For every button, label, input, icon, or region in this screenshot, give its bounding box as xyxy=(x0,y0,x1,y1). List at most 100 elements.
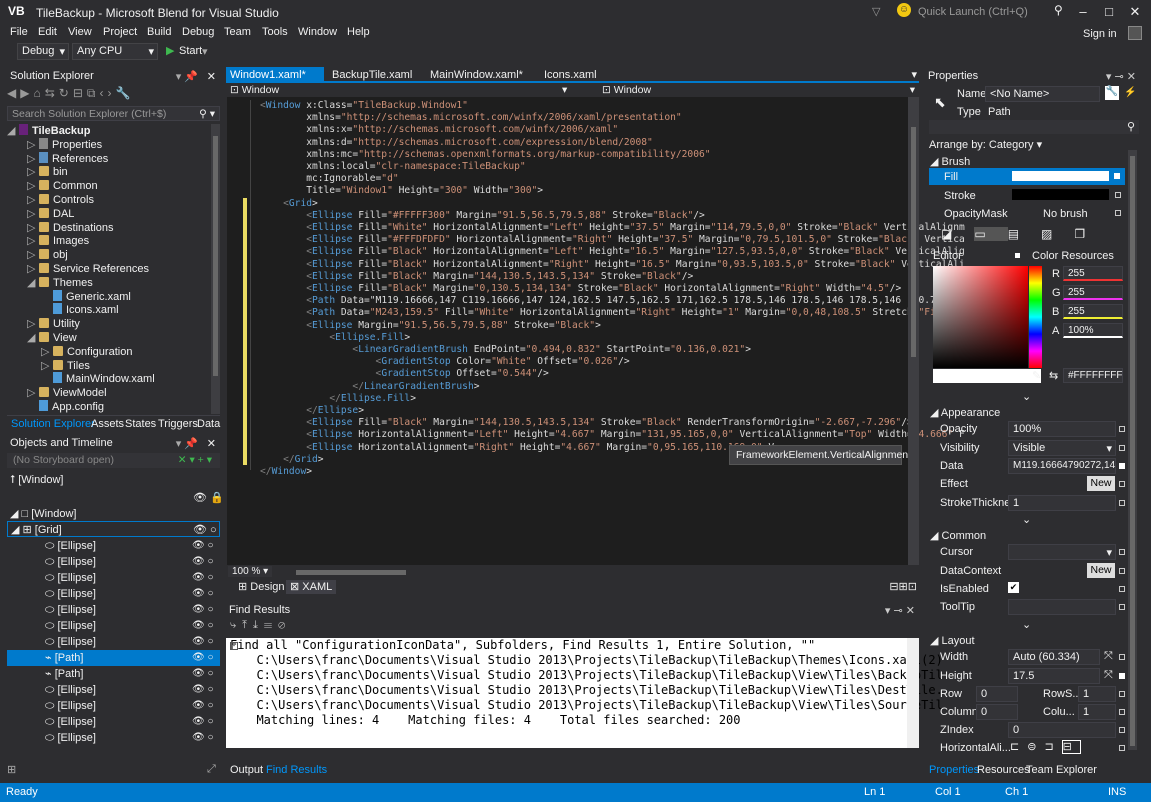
grid-eye-icon[interactable]: 👁 ○ xyxy=(193,523,217,536)
forward-icon[interactable]: ▶ xyxy=(20,86,33,100)
solution-tree-item[interactable]: MainWindow.xaml xyxy=(41,372,155,386)
properties-search-input[interactable]: ⚲ xyxy=(929,120,1139,134)
collapse-results-icon[interactable]: - xyxy=(230,642,238,650)
menu-help[interactable]: Help xyxy=(347,26,370,38)
brush-section-header[interactable]: ◢ Brush xyxy=(930,155,970,168)
no-brush-icon[interactable]: ◪ xyxy=(941,227,974,241)
halign-right-icon[interactable]: ⊐ xyxy=(1044,741,1061,753)
platform-dropdown[interactable]: Any CPU ▾ xyxy=(72,43,158,60)
solution-tree-item[interactable]: ▷ Destinations xyxy=(27,221,114,235)
start-play-icon[interactable]: ▶ xyxy=(166,44,174,57)
home-icon[interactable]: ⌂ xyxy=(33,86,44,100)
nav-right-arrow-icon[interactable]: ▾ xyxy=(910,84,915,96)
next-result-icon[interactable]: ⤓ xyxy=(253,619,264,631)
visibility-eye-icon[interactable]: 👁 ○ xyxy=(192,650,214,666)
datacontext-marker[interactable] xyxy=(1119,568,1125,574)
solution-tree-item[interactable]: ▷ bin xyxy=(27,165,68,179)
menu-build[interactable]: Build xyxy=(147,26,171,38)
expand-arrow-icon[interactable]: ▷ xyxy=(27,179,39,193)
add-storyboard-icon[interactable]: ✕ ▾ + ▾ xyxy=(178,454,212,466)
stroke-marker[interactable] xyxy=(1115,192,1121,198)
stroke-thickness-marker[interactable] xyxy=(1119,500,1125,506)
solution-tree-item[interactable]: ▷ Tiles xyxy=(41,359,90,373)
visibility-eye-icon[interactable]: 👁 ○ xyxy=(192,554,214,570)
nav-left-dropdown[interactable]: ⊡ Window xyxy=(230,84,279,96)
object-tree-item[interactable]: ⬭ [Ellipse] 👁 ○ xyxy=(7,618,220,634)
object-tree-item[interactable]: ⬭ [Ellipse] 👁 ○ xyxy=(7,602,220,618)
width-input[interactable]: Auto (60.334) xyxy=(1008,649,1100,665)
expand-arrow-icon[interactable]: ▷ xyxy=(27,152,39,166)
expand-arrow-icon[interactable]: ▷ xyxy=(27,317,39,331)
feedback-smiley-icon[interactable]: ☺ xyxy=(897,3,911,17)
height-auto-icon[interactable]: ⤧ xyxy=(1104,669,1113,682)
goto-location-icon[interactable]: ⤷ xyxy=(230,619,242,631)
visibility-eye-icon[interactable]: 👁 ○ xyxy=(192,682,214,698)
properties-wrench-icon[interactable]: 🔧 xyxy=(1105,86,1119,100)
menu-window[interactable]: Window xyxy=(298,26,337,38)
tab-output[interactable]: Output xyxy=(226,762,267,778)
tab-mainwindow-xaml[interactable]: MainWindow.xaml* xyxy=(426,67,527,83)
expand-arrow-icon[interactable]: ◢ xyxy=(27,276,39,290)
expand-common-icon[interactable]: ⌄ xyxy=(1022,618,1031,631)
root-window-node[interactable]: ⭡ [Window] xyxy=(10,474,63,487)
color-picker-area[interactable] xyxy=(933,266,1028,368)
expand-appearance-icon[interactable]: ⌄ xyxy=(1022,513,1031,526)
solution-tree-item[interactable]: ▷ ViewModel xyxy=(27,386,107,400)
stroke-swatch[interactable] xyxy=(1012,189,1109,200)
object-tree-item[interactable]: ⬭ [Ellipse] 👁 ○ xyxy=(7,570,220,586)
eyedropper-icon[interactable]: ✎ xyxy=(1032,369,1041,382)
halign-center-icon[interactable]: ⊜ xyxy=(1027,741,1044,753)
tooltip-input[interactable] xyxy=(1008,599,1116,615)
width-marker[interactable] xyxy=(1119,654,1125,660)
object-tree-item[interactable]: ⬭ [Ellipse] 👁 ○ xyxy=(7,730,220,746)
expand-arrow-icon[interactable]: ▷ xyxy=(27,221,39,235)
object-tree-item[interactable]: ⬭ [Ellipse] 👁 ○ xyxy=(7,554,220,570)
fill-marker[interactable] xyxy=(1114,173,1120,179)
object-tree-item[interactable]: ⬭ [Ellipse] 👁 ○ xyxy=(7,714,220,730)
menu-tools[interactable]: Tools xyxy=(262,26,288,38)
object-tree-item[interactable]: ⬭ [Ellipse] 👁 ○ xyxy=(7,538,220,554)
r-channel-input[interactable]: 255 xyxy=(1063,266,1123,281)
alpha-input[interactable]: 100% xyxy=(1063,323,1123,338)
visibility-eye-icon[interactable]: 👁 ○ xyxy=(192,730,214,746)
effect-new-button[interactable]: New xyxy=(1087,476,1115,491)
nav-right-dropdown[interactable]: ⊡ Window xyxy=(602,84,651,96)
solution-tree-item[interactable]: ▷ Properties xyxy=(27,137,102,152)
visibility-dropdown[interactable]: Visible ▾ xyxy=(1008,440,1116,456)
properties-scrollbar[interactable] xyxy=(1128,150,1137,750)
color-resources-tab[interactable]: Color Resources xyxy=(1032,250,1114,262)
menu-edit[interactable]: Edit xyxy=(38,26,57,38)
column-input[interactable]: 0 xyxy=(976,704,1018,720)
data-marker[interactable] xyxy=(1119,463,1125,469)
code-icon[interactable]: ‹› xyxy=(99,86,115,100)
menu-file[interactable]: File xyxy=(10,26,28,38)
visibility-eye-icon[interactable]: 👁 ○ xyxy=(192,602,214,618)
visibility-eye-icon[interactable]: 👁 ○ xyxy=(192,634,214,650)
expand-arrow-icon[interactable]: ▷ xyxy=(27,234,39,248)
minimize-button[interactable]: – xyxy=(1070,2,1096,22)
wrench-icon[interactable]: 🔧 xyxy=(115,86,134,100)
zindex-marker[interactable] xyxy=(1119,727,1125,733)
solution-tree-item[interactable]: ▷ Common xyxy=(27,179,98,193)
object-tree-item[interactable]: ⬭ [Ellipse] 👁 ○ xyxy=(7,634,220,650)
tab-overflow-icon[interactable]: ▾ xyxy=(911,68,917,81)
quick-launch-input[interactable]: Quick Launch (Ctrl+Q) xyxy=(914,4,1074,21)
hex-input[interactable]: #FFFFFFFF xyxy=(1063,368,1123,383)
solution-scrollbar[interactable] xyxy=(211,124,220,414)
opacity-marker[interactable] xyxy=(1119,426,1125,432)
visibility-eye-icon[interactable]: 👁 ○ xyxy=(192,570,214,586)
xaml-editor[interactable]: <Window x:Class="TileBackup.Window1" xml… xyxy=(227,97,965,565)
back-icon[interactable]: ◀ xyxy=(7,86,20,100)
b-channel-input[interactable]: 255 xyxy=(1063,304,1123,319)
xaml-tab[interactable]: ⊠ XAML xyxy=(286,580,337,594)
column-marker[interactable] xyxy=(1119,709,1125,715)
events-lightning-icon[interactable]: ⚡ xyxy=(1124,87,1136,98)
height-marker[interactable] xyxy=(1119,673,1125,679)
solution-tree-item[interactable]: ◢ TileBackup xyxy=(7,124,91,138)
filter-icon[interactable]: ▽ xyxy=(872,5,880,18)
editor-tab[interactable]: Editor xyxy=(933,250,962,262)
object-tree-item[interactable]: ⌁ [Path] 👁 ○ xyxy=(7,666,220,682)
solution-tree-item[interactable]: ◢ View xyxy=(27,331,77,345)
panel-close-icon[interactable]: ✕ xyxy=(207,70,216,83)
arrange-by-dropdown[interactable]: Arrange by: Category ▾ xyxy=(929,138,1042,151)
